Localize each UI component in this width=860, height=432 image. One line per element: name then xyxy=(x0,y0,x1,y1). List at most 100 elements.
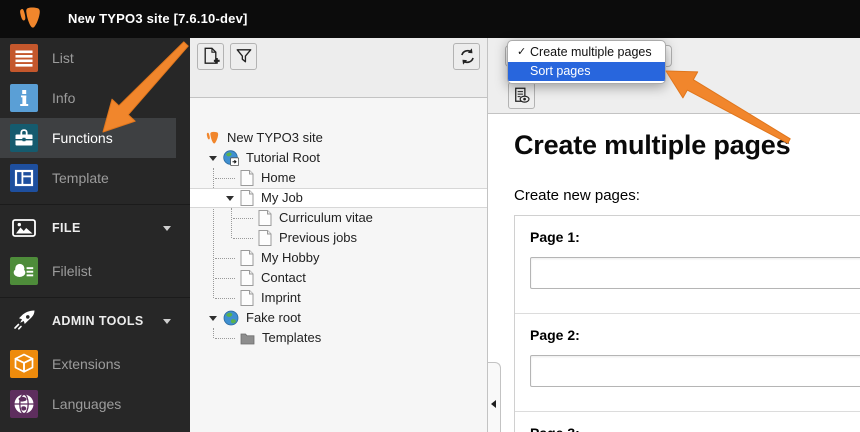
intro-text: Create new pages: xyxy=(514,186,640,204)
tree-node[interactable]: Previous jobs xyxy=(190,228,487,248)
tree-toolbar xyxy=(190,38,487,98)
tree-node[interactable]: Contact xyxy=(190,268,487,288)
module-label: List xyxy=(52,50,74,66)
collapse-caret-icon[interactable] xyxy=(226,196,234,201)
new-page-icon xyxy=(204,47,220,64)
tree-node-label: Fake root xyxy=(246,310,301,325)
menu-item-label: Create multiple pages xyxy=(530,45,652,59)
refresh-button[interactable] xyxy=(453,43,480,70)
typo3-backend: New TYPO3 site [7.6.10-dev] List Info Fu… xyxy=(0,0,860,432)
admin-tools-section-icon xyxy=(10,307,38,335)
page-field-block: Page 1: xyxy=(515,216,860,313)
tree-node-label: My Hobby xyxy=(261,250,320,265)
info-module-icon xyxy=(10,84,38,112)
section-admin-tools[interactable]: ADMIN TOOLS xyxy=(0,298,190,344)
tree-node-root[interactable]: New TYPO3 site xyxy=(190,128,487,148)
menu-item-sort-pages[interactable]: Sort pages xyxy=(508,62,665,81)
page-icon xyxy=(240,170,254,186)
filter-button[interactable] xyxy=(230,43,257,70)
tree-node-label: Contact xyxy=(261,270,306,285)
document-eye-icon xyxy=(515,87,530,103)
site-title: New TYPO3 site [7.6.10-dev] xyxy=(68,11,248,26)
module-languages[interactable]: Languages xyxy=(0,384,190,424)
file-section-icon xyxy=(10,214,38,242)
refresh-icon xyxy=(461,48,474,65)
page-icon xyxy=(240,190,254,206)
folder-icon xyxy=(240,332,255,345)
module-info[interactable]: Info xyxy=(0,78,190,118)
module-label: Languages xyxy=(52,396,122,412)
checkmark-icon: ✓ xyxy=(517,46,527,58)
template-module-icon xyxy=(10,164,38,192)
tree-node[interactable]: Tutorial Root xyxy=(190,148,487,168)
module-template[interactable]: Template xyxy=(0,158,190,198)
page-icon xyxy=(240,250,254,266)
page-title: Create multiple pages xyxy=(514,130,791,160)
page-icon xyxy=(258,230,272,246)
page-field-block: Page 2: xyxy=(515,312,860,411)
page-icon xyxy=(258,210,272,226)
tree-collapse-handle[interactable] xyxy=(487,362,501,432)
page-2-label: Page 2: xyxy=(530,326,580,343)
page-1-label: Page 1: xyxy=(530,228,580,245)
tree-node[interactable]: Home xyxy=(190,168,487,188)
module-functions[interactable]: Functions xyxy=(0,118,190,158)
tree-node[interactable]: Templates xyxy=(190,328,487,348)
module-label: Info xyxy=(52,90,76,106)
module-label: Extensions xyxy=(52,356,121,372)
page-1-input[interactable] xyxy=(530,256,860,289)
tree-node-label: New TYPO3 site xyxy=(227,130,323,145)
tree-node[interactable]: Imprint xyxy=(190,288,487,308)
page-field-block: Page 3: xyxy=(515,410,860,432)
tree-node-label: Templates xyxy=(262,330,322,345)
section-file[interactable]: FILE xyxy=(0,205,190,251)
collapse-caret-icon[interactable] xyxy=(209,156,217,161)
page-icon xyxy=(240,270,254,286)
collapse-caret-icon[interactable] xyxy=(209,316,217,321)
page-3-label: Page 3: xyxy=(530,425,860,432)
page-tree-panel: New TYPO3 site Tutorial Root Home My Job… xyxy=(190,38,488,432)
tree-node[interactable]: My Hobby xyxy=(190,248,487,268)
tree-node-selected[interactable]: My Job xyxy=(190,188,487,208)
filter-icon xyxy=(236,49,252,63)
menu-item-create-multiple-pages[interactable]: ✓ Create multiple pages xyxy=(508,43,665,62)
function-dropdown-menu: ✓ Create multiple pages Sort pages xyxy=(507,40,666,84)
new-page-button[interactable] xyxy=(197,43,224,70)
create-pages-form: Page 1: Page 2: Page 3: xyxy=(514,214,860,432)
tree-node-label: Imprint xyxy=(261,290,301,305)
languages-module-icon xyxy=(10,390,38,418)
module-filelist[interactable]: Filelist xyxy=(0,251,190,291)
section-label: ADMIN TOOLS xyxy=(52,314,144,328)
extensions-module-icon xyxy=(10,350,38,378)
collapse-arrow-icon xyxy=(491,400,496,408)
chevron-down-icon xyxy=(163,226,171,231)
tree-node-label: Curriculum vitae xyxy=(279,210,373,225)
tree-node-label: Home xyxy=(261,170,296,185)
menu-item-label: Sort pages xyxy=(530,64,591,78)
tree-node-label: My Job xyxy=(261,190,303,205)
typo3-logo-icon xyxy=(205,131,220,146)
module-list[interactable]: List xyxy=(0,38,190,78)
module-body: Create multiple pages Create new pages: … xyxy=(488,114,860,432)
globe-icon xyxy=(223,310,239,326)
list-module-icon xyxy=(10,44,38,72)
filelist-module-icon xyxy=(10,257,38,285)
page-2-input[interactable] xyxy=(530,354,860,387)
module-label: Filelist xyxy=(52,263,92,279)
functions-module-icon xyxy=(10,124,38,152)
tree-node-label: Previous jobs xyxy=(279,230,358,245)
module-extensions[interactable]: Extensions xyxy=(0,344,190,384)
module-label: Template xyxy=(52,170,109,186)
section-label: FILE xyxy=(52,221,81,235)
typo3-logo-icon[interactable] xyxy=(17,6,43,32)
tree-node[interactable]: Curriculum vitae xyxy=(190,208,487,228)
content-panel: Create multiple pages Create multiple pa… xyxy=(488,38,860,432)
page-icon xyxy=(240,290,254,306)
tree-node-label: Tutorial Root xyxy=(246,150,320,165)
cache-view-button[interactable] xyxy=(508,82,535,109)
topbar: New TYPO3 site [7.6.10-dev] xyxy=(0,0,860,38)
page-tree: New TYPO3 site Tutorial Root Home My Job… xyxy=(190,128,487,348)
module-label: Functions xyxy=(52,130,113,146)
tree-node[interactable]: Fake root xyxy=(190,308,487,328)
site-globe-icon xyxy=(223,150,239,166)
